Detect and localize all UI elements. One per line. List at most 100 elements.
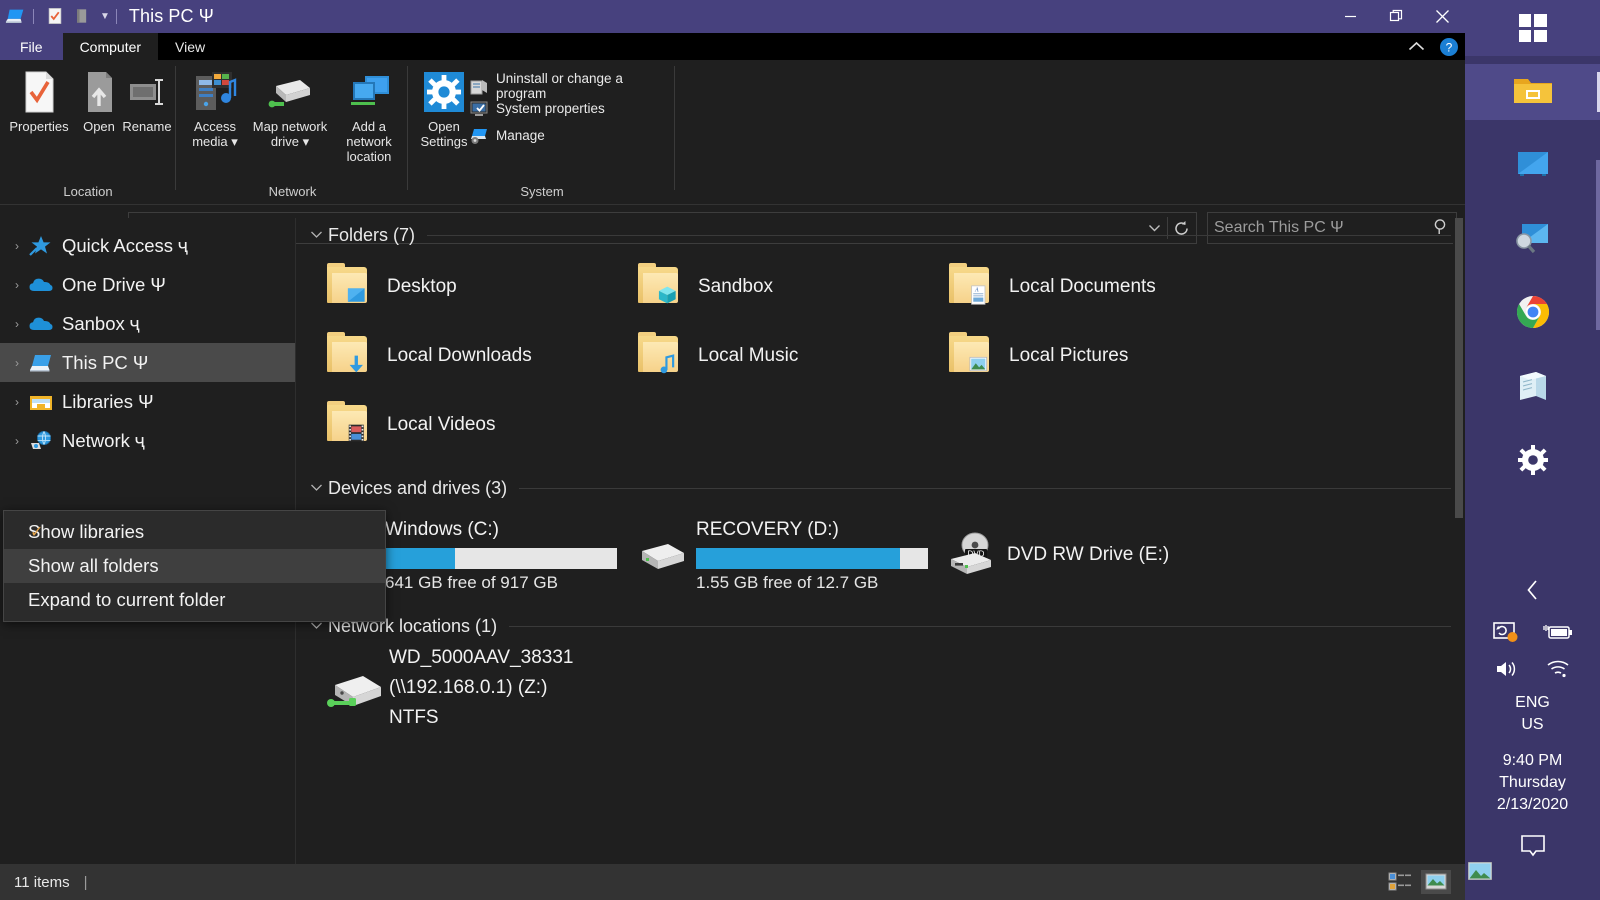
sidebar-item-label: Quick Access ҷ: [62, 234, 188, 256]
chevron-down-icon[interactable]: [310, 228, 328, 242]
svg-text:A: A: [974, 288, 979, 294]
network-location-name: WD_5000AAV_38331: [389, 647, 574, 668]
tab-computer[interactable]: Computer: [62, 33, 159, 60]
access-media-button[interactable]: Access media ▾: [182, 68, 248, 149]
chrome-button[interactable]: [1465, 286, 1600, 342]
properties-quick-icon[interactable]: [45, 6, 67, 28]
action-center-icon: [1516, 835, 1550, 864]
uninstall-program-item[interactable]: Uninstall or change a program: [469, 71, 675, 101]
system-properties-item[interactable]: System properties: [469, 98, 605, 118]
battery-charging-icon[interactable]: [1542, 621, 1573, 648]
new-folder-quick-icon[interactable]: [72, 6, 94, 28]
update-notification-icon[interactable]: [1492, 620, 1519, 649]
network-location-filesystem: NTFS: [389, 707, 439, 728]
display-button[interactable]: [1465, 138, 1600, 194]
file-explorer-button[interactable]: [1465, 64, 1600, 120]
music-folder-icon: [634, 328, 690, 384]
quick-access-toolbar-dropdown-icon[interactable]: ▼: [100, 11, 110, 22]
open-settings-button[interactable]: Open Settings: [413, 68, 475, 149]
content-scrollbar[interactable]: [1453, 218, 1465, 864]
wifi-icon[interactable]: [1545, 658, 1571, 685]
chevron-down-icon-2[interactable]: ▾: [303, 134, 310, 149]
clock[interactable]: 9:40 PM Thursday 2/13/2020: [1465, 750, 1600, 816]
access-media-icon: [182, 68, 248, 114]
sidebar-item-network[interactable]: › Network ҷ: [0, 421, 295, 460]
network-location-item[interactable]: WD_5000AAV_38331 (\\192.168.0.1) (Z:) NT…: [323, 643, 574, 733]
ribbon-divider-3: [674, 66, 675, 190]
expander-icon[interactable]: ›: [6, 434, 28, 448]
group-header-folders[interactable]: Folders (7): [297, 218, 1465, 252]
details-view-button[interactable]: [1385, 870, 1415, 894]
tab-file[interactable]: File: [0, 33, 63, 60]
sidebar-item-quick-access[interactable]: › Quick Access ҷ: [0, 226, 295, 265]
language-indicator[interactable]: ENG US: [1465, 692, 1600, 736]
volume-icon[interactable]: [1495, 658, 1521, 685]
network-icon: [28, 429, 56, 453]
minimize-button[interactable]: [1327, 0, 1373, 33]
drive-item-dvd-e[interactable]: DVD DVD RW Drive (E:): [945, 505, 1256, 605]
context-menu-item-expand-to-current-folder[interactable]: Expand to current folder: [4, 583, 385, 617]
folder-label: Local Documents: [1009, 275, 1156, 297]
expander-icon[interactable]: ›: [6, 278, 28, 292]
drive-name: DVD RW Drive (E:): [1007, 544, 1170, 565]
system-properties-label: System properties: [496, 100, 605, 116]
group-header-devices[interactable]: Devices and drives (3): [297, 471, 1465, 505]
chrome-icon: [1516, 295, 1550, 334]
language-secondary: US: [1521, 716, 1544, 733]
rename-label: Rename: [122, 119, 172, 134]
chevron-down-icon[interactable]: [310, 481, 328, 495]
ribbon-group-network: Access media ▾ Map network drive ▾ Add a…: [177, 60, 408, 205]
folder-item-local-pictures[interactable]: Local Pictures: [945, 321, 1256, 390]
view-buttons: [1385, 870, 1451, 894]
tab-view[interactable]: View: [158, 33, 222, 60]
folder-item-local-music[interactable]: Local Music: [634, 321, 945, 390]
close-button[interactable]: [1419, 0, 1465, 33]
tray-expand-button[interactable]: [1465, 578, 1600, 608]
gear-icon: [1517, 444, 1549, 481]
magnifier-button[interactable]: [1465, 212, 1600, 268]
settings-button[interactable]: [1465, 434, 1600, 490]
add-network-location-icon: [332, 68, 406, 114]
network-locations-grid: WD_5000AAV_38331 (\\192.168.0.1) (Z:) NT…: [297, 643, 1465, 733]
screen-search-icon: [1514, 222, 1552, 259]
expander-icon[interactable]: ›: [6, 239, 28, 253]
chevron-left-icon[interactable]: [1465, 578, 1600, 608]
folder-item-local-videos[interactable]: Local Videos: [323, 390, 634, 459]
context-menu-item-label: Show all folders: [28, 555, 159, 576]
notepad-button[interactable]: [1465, 360, 1600, 416]
context-menu-item-show-libraries[interactable]: ✓ Show libraries: [4, 515, 385, 549]
sidebar-item-one-drive[interactable]: › One Drive Ψ: [0, 265, 295, 304]
add-network-location-button[interactable]: Add a network location: [332, 68, 406, 164]
chevron-up-icon[interactable]: [1399, 33, 1433, 60]
folder-item-local-downloads[interactable]: Local Downloads: [323, 321, 634, 390]
restore-button[interactable]: [1373, 0, 1419, 33]
expander-icon[interactable]: ›: [6, 317, 28, 331]
action-center-button[interactable]: [1465, 832, 1600, 865]
help-icon[interactable]: ?: [1433, 33, 1465, 60]
expander-icon[interactable]: ›: [6, 356, 28, 370]
sidebar-item-label: Network ҷ: [62, 429, 145, 451]
folder-label: Sandbox: [698, 275, 774, 297]
chevron-down-icon[interactable]: ▾: [231, 134, 238, 149]
manage-label: Manage: [496, 127, 545, 143]
clock-date: 2/13/2020: [1496, 796, 1569, 813]
context-menu-item-show-all-folders[interactable]: Show all folders: [4, 549, 385, 583]
sidebar-item-label: Sanbox ҷ: [62, 312, 140, 334]
drive-item-recovery-d[interactable]: RECOVERY (D:) 1.55 GB free of 12.7 GB: [634, 505, 945, 605]
windows-logo-icon: [1518, 14, 1547, 42]
folder-item-local-documents[interactable]: A Local Documents: [945, 252, 1256, 321]
folder-item-sandbox[interactable]: Sandbox: [634, 252, 945, 321]
sidebar-item-this-pc[interactable]: › This PC Ψ: [0, 343, 295, 382]
group-header-network-locations[interactable]: Network locations (1): [297, 609, 1465, 643]
sidebar-item-sanbox[interactable]: › Sanbox ҷ: [0, 304, 295, 343]
rename-button[interactable]: Rename: [110, 68, 184, 134]
map-network-drive-button[interactable]: Map network drive ▾: [248, 68, 332, 149]
folder-item-desktop[interactable]: Desktop: [323, 252, 634, 321]
manage-item[interactable]: Manage: [469, 125, 545, 145]
large-icons-view-button[interactable]: [1421, 870, 1451, 894]
start-button[interactable]: [1465, 0, 1600, 56]
sidebar-item-libraries[interactable]: › Libraries Ψ: [0, 382, 295, 421]
expander-icon[interactable]: ›: [6, 395, 28, 409]
videos-folder-icon: [323, 397, 379, 453]
ribbon-group-network-label: Network: [268, 184, 317, 199]
